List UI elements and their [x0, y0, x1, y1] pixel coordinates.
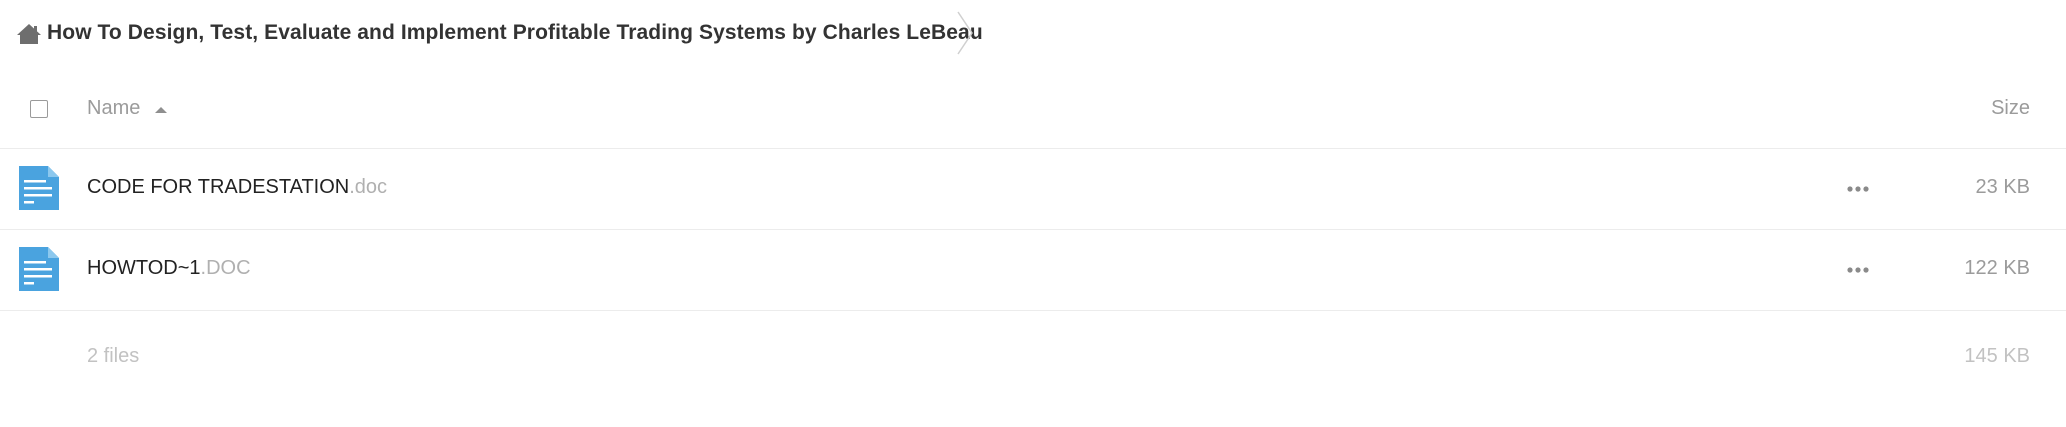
file-list-summary: 2 files 145 KB: [0, 311, 2066, 401]
select-all-checkbox[interactable]: [30, 100, 48, 118]
more-options-icon[interactable]: [1846, 179, 1870, 199]
file-extension: .DOC: [200, 257, 251, 279]
file-row[interactable]: CODE FOR TRADESTATION.doc 23 KB: [0, 149, 2066, 230]
document-icon: [19, 247, 59, 291]
file-base-name: CODE FOR TRADESTATION: [87, 176, 350, 198]
file-row[interactable]: HOWTOD~1.DOC 122 KB: [0, 230, 2066, 311]
home-icon[interactable]: [16, 23, 42, 45]
size-column-header[interactable]: Size: [1991, 97, 2030, 120]
file-name[interactable]: HOWTOD~1.DOC: [87, 257, 251, 280]
file-count: 2 files: [87, 345, 140, 367]
file-extension: .doc: [349, 176, 388, 198]
chevron-right-icon: [957, 11, 973, 55]
breadcrumb: How To Design, Test, Evaluate and Implem…: [0, 0, 2066, 70]
more-options-icon[interactable]: [1846, 260, 1870, 280]
file-base-name: HOWTOD~1: [87, 257, 201, 279]
file-name[interactable]: CODE FOR TRADESTATION.doc: [87, 176, 387, 199]
file-size: 23 KB: [1975, 176, 2030, 198]
file-list-header: Name Size: [0, 72, 2066, 149]
breadcrumb-current-folder[interactable]: How To Design, Test, Evaluate and Implem…: [47, 21, 983, 45]
name-column-header[interactable]: Name: [87, 97, 140, 120]
document-icon: [19, 166, 59, 210]
sort-ascending-icon[interactable]: [155, 107, 167, 113]
file-size: 122 KB: [1964, 257, 2030, 279]
total-size: 145 KB: [1964, 345, 2030, 367]
